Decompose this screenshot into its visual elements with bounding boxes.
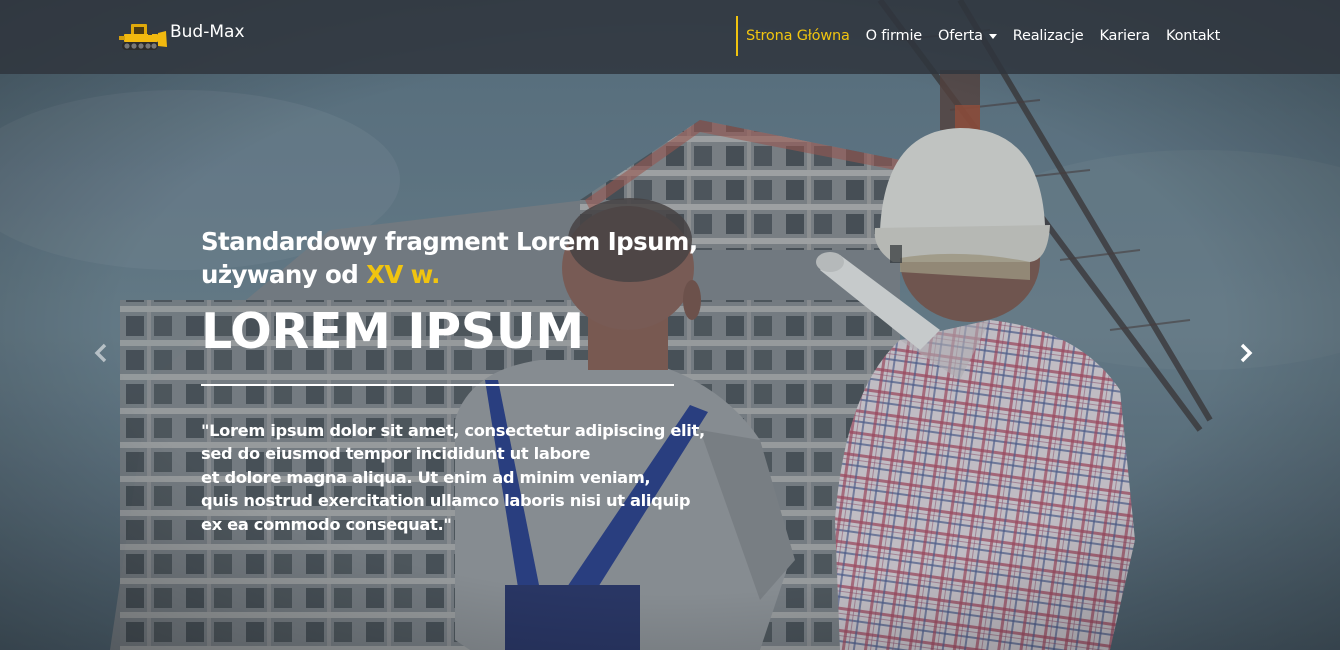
nav-item-careers[interactable]: Kariera <box>1092 16 1159 56</box>
caret-down-icon <box>988 33 997 39</box>
quote-line: et dolore magna aliqua. Ut enim ad minim… <box>201 467 651 487</box>
bulldozer-icon <box>119 24 167 50</box>
navbar: Bud-Max Strona Główna O firmie Oferta Re… <box>0 0 1340 74</box>
main-nav: Strona Główna O firmie Oferta Realizacje… <box>736 16 1228 56</box>
hero-subtitle: Standardowy fragment Lorem Ipsum, używan… <box>201 225 761 291</box>
quote-line: sed do eiusmod tempor incididunt ut labo… <box>201 444 591 464</box>
nav-item-contact[interactable]: Kontakt <box>1158 16 1228 56</box>
quote-line: quis nostrud exercitation ullamco labori… <box>201 491 691 511</box>
nav-item-home[interactable]: Strona Główna <box>738 16 858 56</box>
carousel-next-button[interactable] <box>1229 336 1263 370</box>
quote-line: "Lorem ipsum dolor sit amet, consectetur… <box>201 421 705 440</box>
nav-item-label: Kontakt <box>1166 28 1221 44</box>
nav-item-about[interactable]: O firmie <box>858 16 930 56</box>
hero-subtitle-line2: używany od XV w. <box>201 258 761 291</box>
chevron-right-icon <box>1240 343 1253 363</box>
hero-caption: Standardowy fragment Lorem Ipsum, używan… <box>201 225 761 536</box>
hero-quote: "Lorem ipsum dolor sit amet, consectetur… <box>201 419 761 536</box>
nav-item-label: O firmie <box>865 28 923 44</box>
hero-headline: LOREM IPSUM <box>201 303 584 360</box>
chevron-left-icon <box>94 343 107 363</box>
hero-subtitle-line1: Standardowy fragment Lorem Ipsum, <box>201 227 698 256</box>
nav-item-offer-dropdown[interactable]: Oferta <box>930 16 1005 56</box>
nav-item-label: Realizacje <box>1012 28 1084 44</box>
caption-divider <box>201 384 674 386</box>
quote-line: ex ea commodo consequat." <box>201 514 452 534</box>
hero-subtitle-prefix: używany od <box>201 260 367 289</box>
brand-logo-link[interactable]: Bud-Max <box>118 18 245 54</box>
nav-item-label: Oferta <box>938 28 983 44</box>
nav-item-label: Kariera <box>1099 28 1151 44</box>
nav-item-label: Strona Główna <box>746 28 850 44</box>
brand-name: Bud-Max <box>170 22 245 42</box>
nav-item-projects[interactable]: Realizacje <box>1005 16 1092 56</box>
hero-subtitle-accent: XV w. <box>366 260 440 289</box>
carousel-prev-button[interactable] <box>84 336 118 370</box>
active-indicator <box>736 16 738 56</box>
